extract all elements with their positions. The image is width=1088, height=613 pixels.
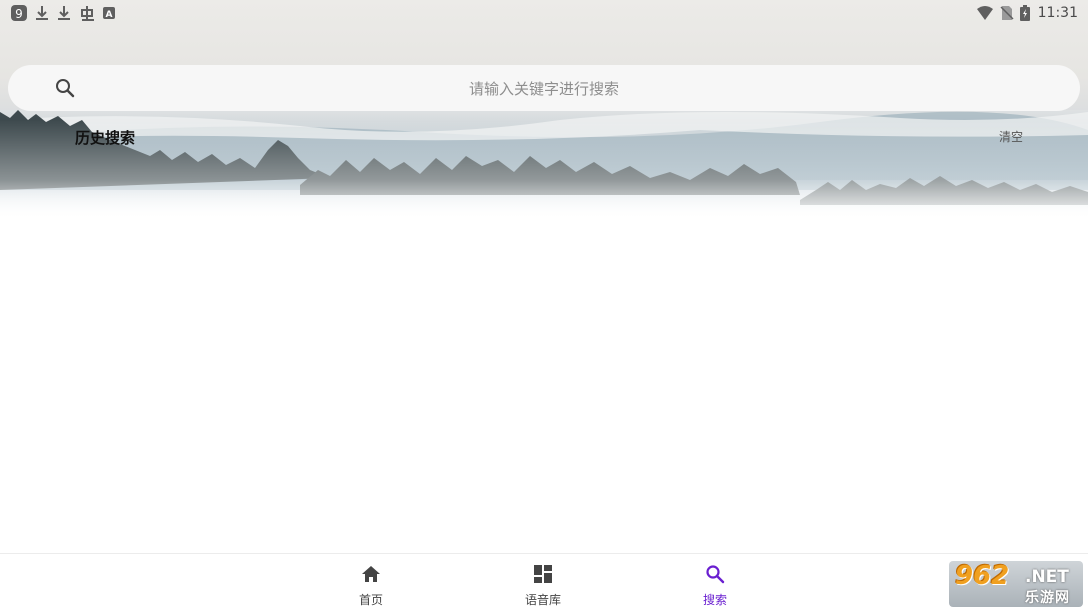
nav-label-voice-library: 语音库 bbox=[524, 593, 561, 607]
bug-icon bbox=[78, 4, 96, 22]
watermark-suffix: .NET bbox=[1025, 567, 1069, 587]
no-sim-icon bbox=[1000, 5, 1014, 21]
nav-item-search[interactable]: 搜索 bbox=[675, 564, 755, 608]
wifi-icon bbox=[976, 5, 994, 21]
search-icon[interactable] bbox=[54, 77, 76, 103]
site-watermark-logo: 962 .NET 乐游网 bbox=[949, 561, 1083, 607]
nav-label-search: 搜索 bbox=[702, 593, 727, 607]
a-box-icon: A bbox=[102, 6, 116, 20]
home-icon bbox=[360, 564, 382, 588]
status-left-icons: 9 A bbox=[10, 4, 116, 22]
svg-text:A: A bbox=[106, 10, 113, 20]
svg-text:9: 9 bbox=[15, 7, 23, 21]
bottom-navigation: 首页 语音库 搜索 bbox=[0, 553, 1088, 613]
search-bar[interactable] bbox=[8, 65, 1080, 113]
watermark-number: 962 bbox=[955, 561, 1010, 591]
nav-label-home: 首页 bbox=[358, 593, 383, 607]
download-icon bbox=[34, 4, 50, 22]
status-clock: 11:31 bbox=[1037, 5, 1078, 21]
download-icon bbox=[56, 4, 72, 22]
watermark-chinese: 乐游网 bbox=[1025, 590, 1070, 606]
nav-item-home[interactable]: 首页 bbox=[331, 564, 411, 608]
nav-item-voice-library[interactable]: 语音库 bbox=[503, 564, 583, 608]
status-bar: 9 A 11:31 bbox=[0, 0, 1088, 26]
search-icon bbox=[705, 564, 725, 588]
app-badge-icon: 9 bbox=[10, 4, 28, 22]
clear-history-button[interactable]: 清空 bbox=[999, 128, 1023, 145]
history-search-title: 历史搜索 bbox=[75, 129, 136, 147]
status-right-icons: 11:31 bbox=[976, 5, 1078, 21]
search-input[interactable] bbox=[98, 65, 990, 113]
grid-icon bbox=[533, 564, 553, 588]
battery-icon bbox=[1019, 5, 1030, 21]
